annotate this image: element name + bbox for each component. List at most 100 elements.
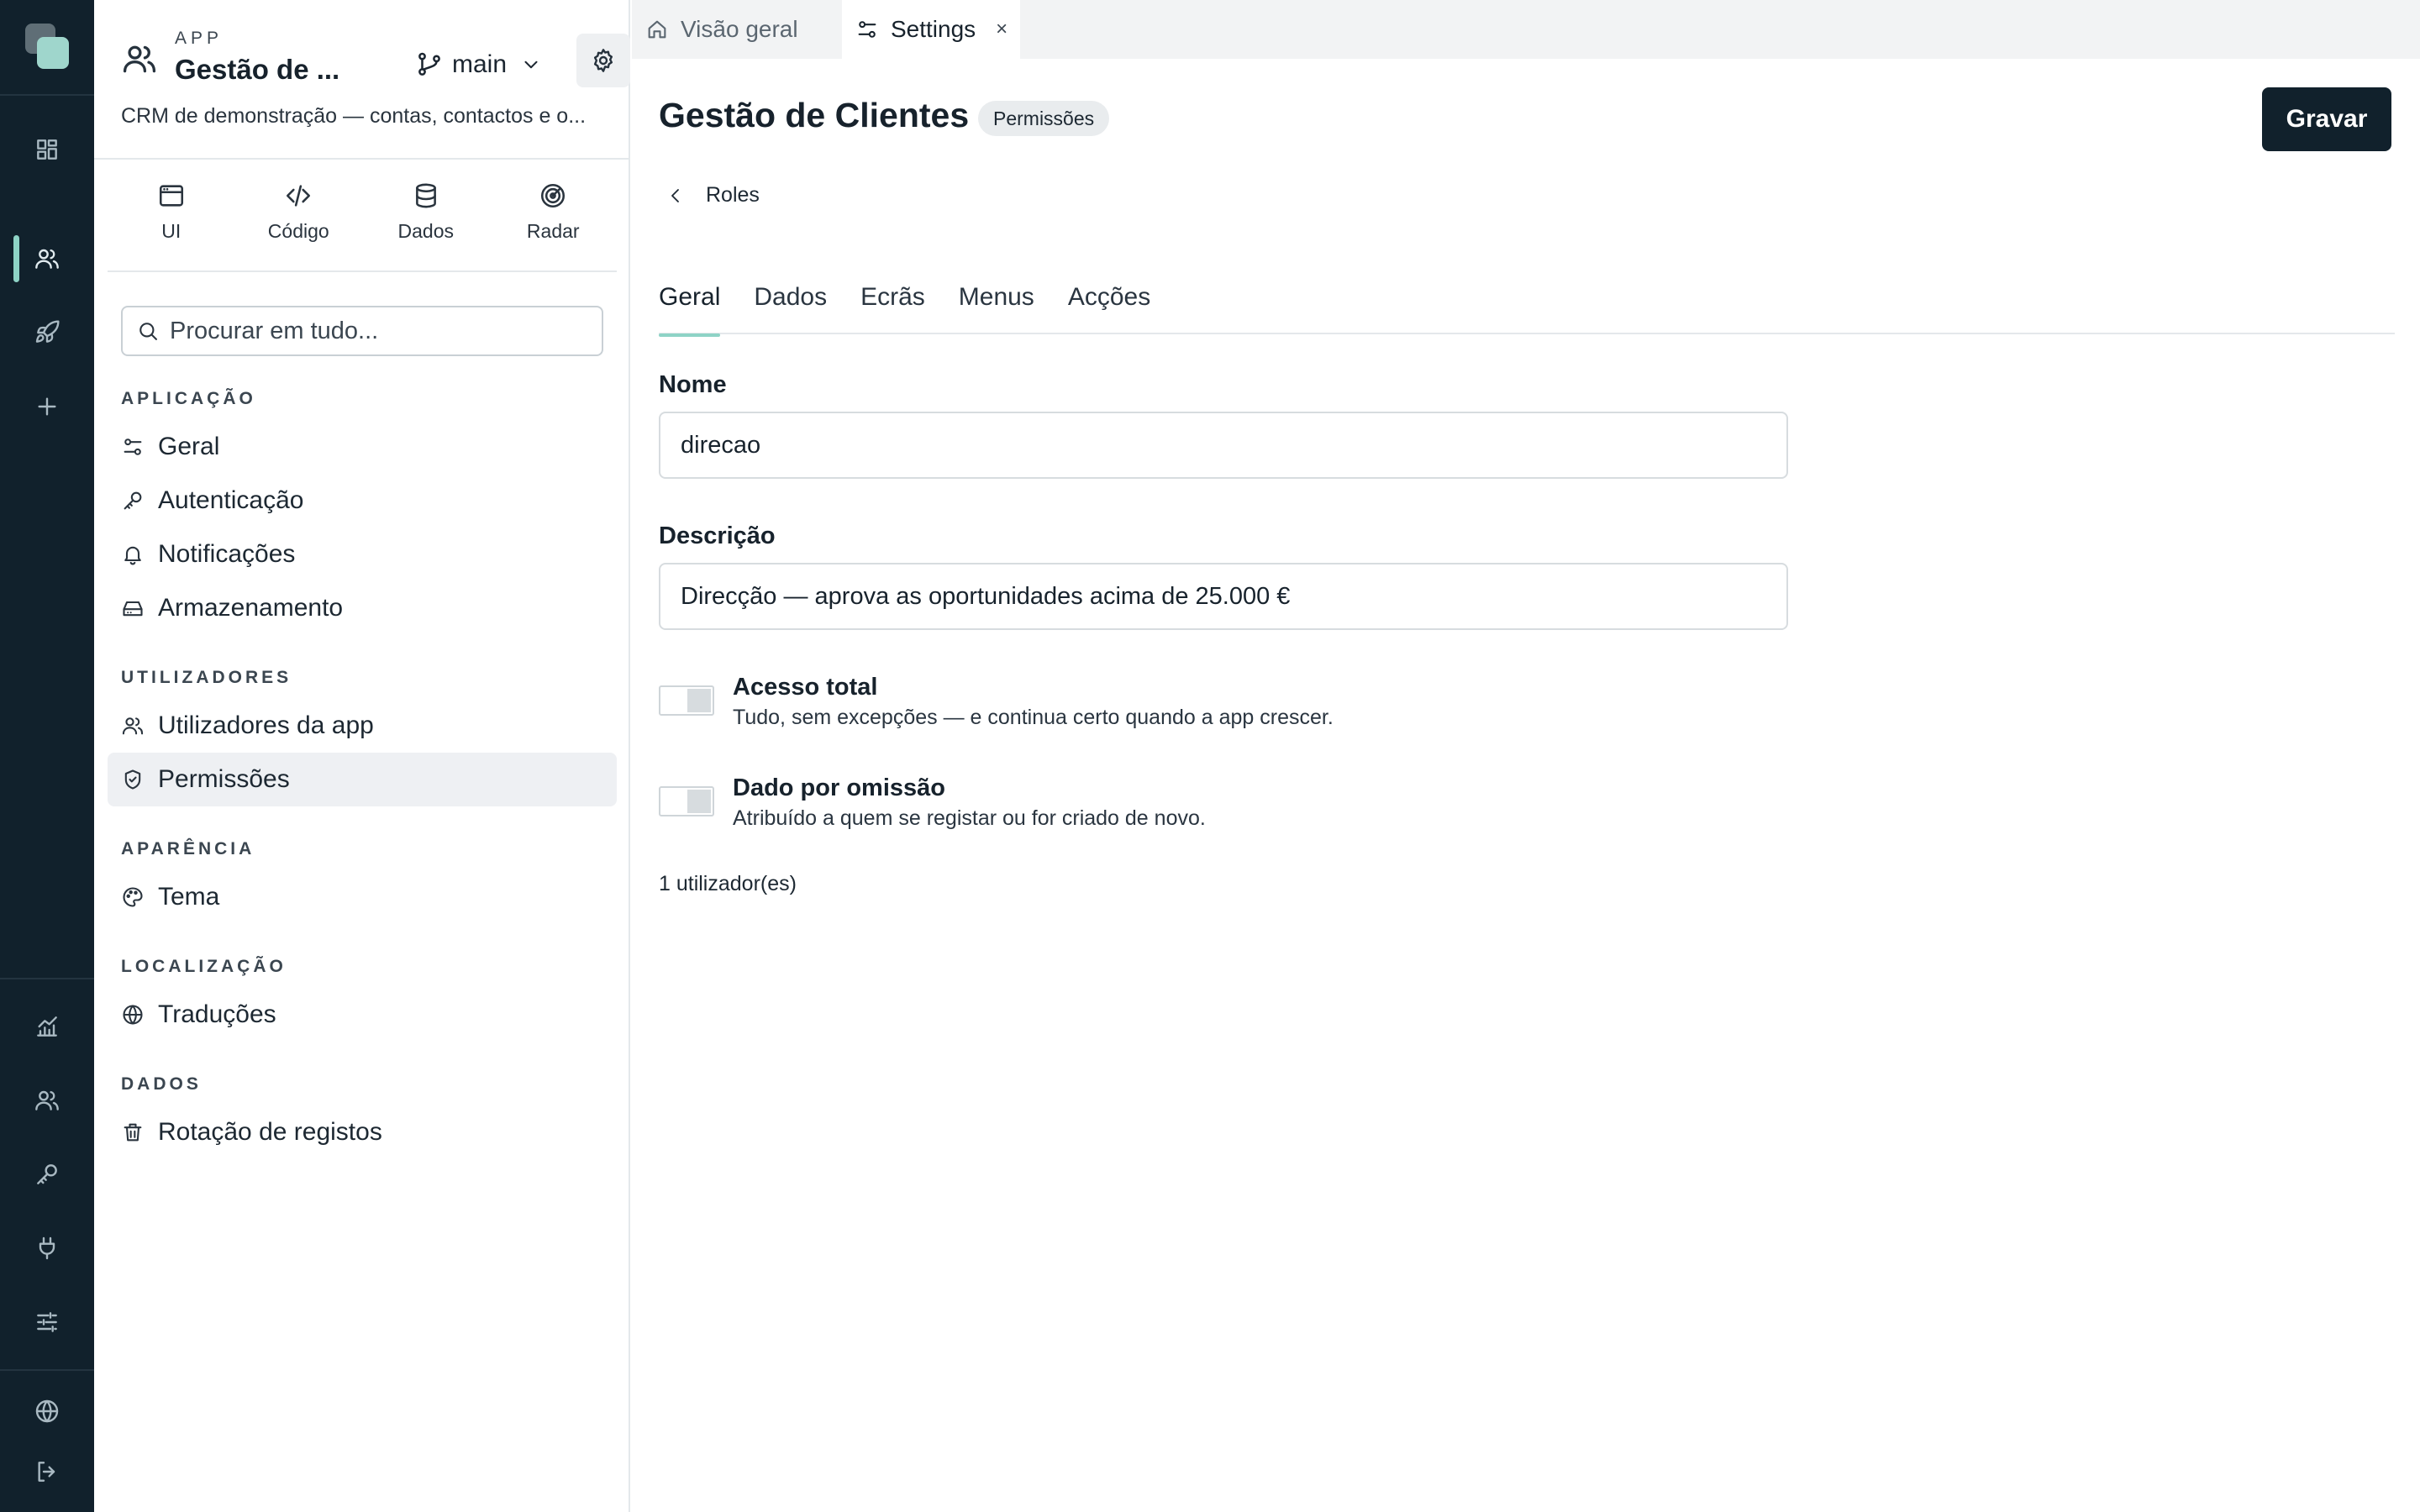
nav-section-title: UTILIZADORES	[121, 668, 292, 687]
plug-icon[interactable]	[24, 1225, 71, 1272]
nav-item-armazenamento[interactable]: Armazenamento	[108, 581, 617, 635]
chevron-down-icon	[515, 54, 542, 76]
rail-divider	[0, 94, 94, 96]
sliders-icon	[121, 435, 145, 459]
nav-item-geral[interactable]: Geral	[108, 420, 617, 474]
nav-section-title: DADOS	[121, 1074, 202, 1094]
role-tabs: Geral Dados Ecrãs Menus Acções	[659, 277, 2395, 337]
nav-item-notificacoes[interactable]: Notificações	[108, 528, 617, 581]
back-link-label: Roles	[706, 183, 760, 207]
rail-divider	[0, 978, 94, 979]
full-access-toggle[interactable]	[659, 685, 714, 716]
branch-name: main	[452, 50, 508, 78]
tab-geral[interactable]: Geral	[659, 277, 721, 337]
nav-item-tema[interactable]: Tema	[108, 870, 617, 924]
app-rail	[0, 0, 94, 1512]
tab-menus[interactable]: Menus	[959, 277, 1034, 334]
app-settings-button[interactable]	[576, 34, 630, 87]
sliders-icon	[855, 18, 879, 41]
nav-item-label: Autenticação	[158, 486, 304, 514]
sidebar-divider	[94, 158, 629, 160]
search-icon	[136, 319, 160, 343]
name-label: Nome	[659, 371, 727, 398]
app-header: APP Gestão de ... main	[121, 25, 630, 101]
tool-code[interactable]: Código	[235, 176, 363, 260]
default-role-description: Atribuído a quem se registar ou for cria…	[733, 806, 1206, 830]
app-description: CRM de demonstração — contas, contactos …	[121, 104, 587, 128]
users-icon	[121, 40, 158, 77]
sliders-icon[interactable]	[24, 1299, 71, 1346]
name-field[interactable]	[659, 412, 1788, 479]
branch-selector[interactable]: main	[415, 44, 542, 86]
tool-switcher: UI Código Dados Radar	[108, 176, 617, 260]
bell-icon	[121, 543, 145, 566]
tab-label: Visão geral	[681, 16, 798, 42]
logout-icon[interactable]	[24, 1448, 71, 1495]
key-icon[interactable]	[24, 1151, 71, 1198]
logo[interactable]	[25, 24, 72, 71]
description-field[interactable]	[659, 563, 1788, 630]
tab-visao-geral[interactable]: Visão geral	[632, 0, 842, 59]
nav-section-title: LOCALIZAÇÃO	[121, 957, 287, 976]
hard-drive-icon	[121, 596, 145, 620]
full-access-title: Acesso total	[733, 674, 878, 701]
add-icon[interactable]	[24, 383, 71, 430]
close-icon[interactable]: ×	[996, 18, 1007, 41]
nav-item-label: Utilizadores da app	[158, 711, 374, 739]
app-name: Gestão de ...	[175, 54, 340, 85]
nav-item-traducoes[interactable]: Traduções	[108, 988, 617, 1042]
search-box[interactable]	[121, 306, 603, 356]
tab-settings[interactable]: Settings ×	[842, 0, 1020, 59]
user-count: 1 utilizador(es)	[659, 872, 797, 895]
analytics-icon[interactable]	[24, 1003, 71, 1050]
home-icon	[645, 18, 669, 41]
branch-icon	[415, 50, 444, 79]
nav-item-label: Armazenamento	[158, 594, 344, 622]
browser-window-icon	[157, 181, 186, 210]
key-icon	[121, 489, 145, 512]
team-icon[interactable]	[24, 1077, 71, 1124]
gear-icon	[590, 47, 617, 74]
tab-label: Settings	[891, 16, 976, 42]
nav-section-title: APLICAÇÃO	[121, 389, 256, 408]
tab-dados[interactable]: Dados	[754, 277, 827, 334]
nav-item-rotacao[interactable]: Rotação de registos	[108, 1105, 617, 1159]
search-input[interactable]	[170, 317, 573, 345]
globe-icon	[121, 1003, 145, 1026]
rocket-icon[interactable]	[24, 309, 71, 356]
default-role-title: Dado por omissão	[733, 774, 945, 801]
nav-section-title: APARÊNCIA	[121, 839, 255, 858]
app-kicker: APP	[175, 29, 224, 48]
rail-active-indicator	[13, 235, 19, 282]
database-icon	[412, 181, 440, 210]
back-to-roles-link[interactable]: Roles	[666, 183, 760, 207]
tool-radar[interactable]: Radar	[490, 176, 618, 260]
radar-icon	[539, 181, 567, 210]
full-access-description: Tudo, sem excepções — e continua certo q…	[733, 706, 1334, 729]
users-icon	[121, 714, 145, 738]
rail-divider	[0, 1369, 94, 1371]
palette-icon	[121, 885, 145, 909]
page-title: Gestão de Clientes	[659, 96, 970, 134]
nav-item-label: Geral	[158, 433, 220, 460]
chevron-left-icon	[666, 186, 686, 206]
nav-item-label: Tema	[158, 883, 220, 911]
description-label: Descrição	[659, 522, 776, 549]
tool-data[interactable]: Dados	[362, 176, 490, 260]
dashboard-icon[interactable]	[24, 126, 71, 173]
main-content: Visão geral Settings × Gestão de Cliente…	[632, 0, 2420, 1512]
nav-item-permissoes[interactable]: Permissões	[108, 753, 617, 806]
nav-item-autenticacao[interactable]: Autenticação	[108, 474, 617, 528]
tab-accoes[interactable]: Acções	[1068, 277, 1150, 334]
nav-item-label: Permissões	[158, 765, 290, 793]
nav-item-utilizadores[interactable]: Utilizadores da app	[108, 699, 617, 753]
section-badge: Permissões	[978, 101, 1110, 136]
save-button[interactable]: Gravar	[2262, 87, 2391, 151]
sidebar-divider	[108, 270, 617, 272]
default-role-toggle[interactable]	[659, 786, 714, 816]
tab-ecras[interactable]: Ecrãs	[860, 277, 925, 334]
nav-item-label: Notificações	[158, 540, 296, 568]
tool-ui[interactable]: UI	[108, 176, 235, 260]
globe-icon[interactable]	[24, 1388, 71, 1435]
users-icon[interactable]	[24, 235, 71, 282]
